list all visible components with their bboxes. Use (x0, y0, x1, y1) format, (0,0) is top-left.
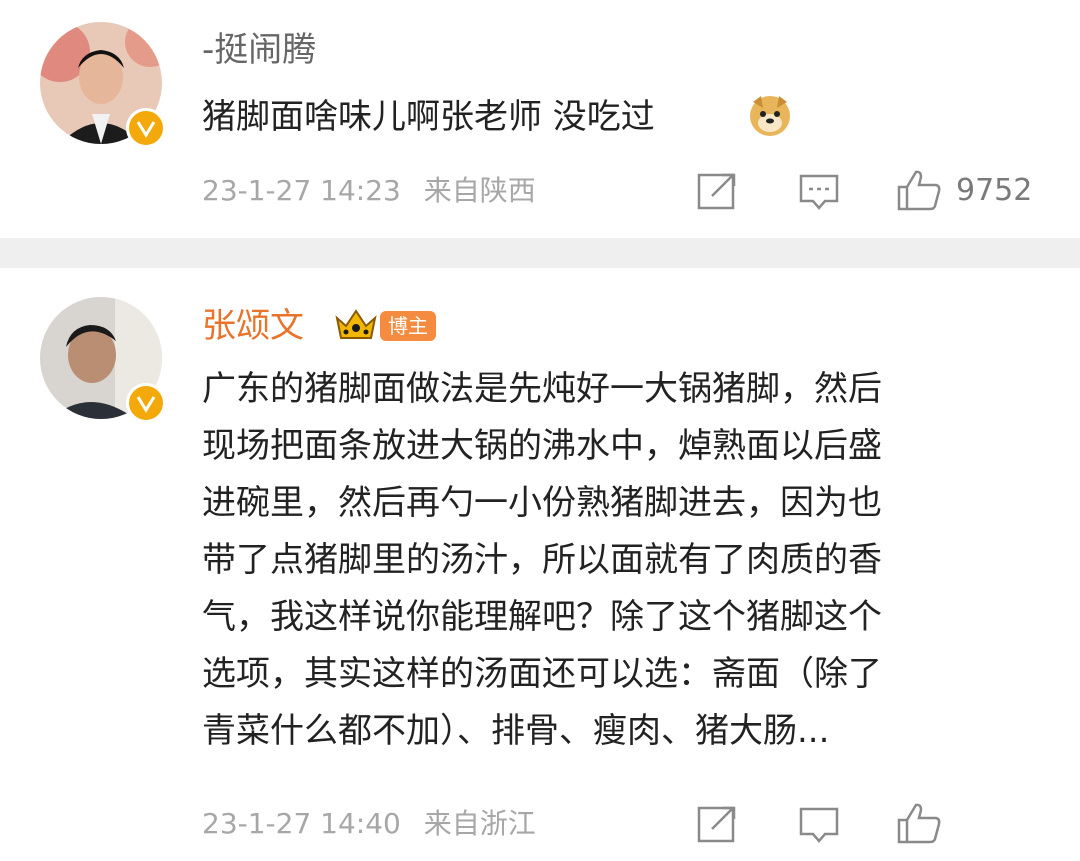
comment-text-line: 青菜什么都不加）、排骨、瘦肉、猪大肠... (202, 711, 830, 751)
comment-text-line: 广东的猪脚面做法是先炖好一大锅猪脚，然后 (202, 369, 882, 409)
comment-icon[interactable] (798, 803, 840, 849)
comment-text-line: 现场把面条放进大锅的沸水中，焯熟面以后盛 (202, 426, 882, 466)
comment-text-line: 进碗里，然后再勺一小份熟猪脚进去，因为也 (202, 483, 882, 523)
share-icon[interactable] (696, 170, 738, 216)
verified-badge-icon (126, 108, 166, 148)
crown-icon (333, 306, 379, 346)
blogger-badge: 博主 (380, 311, 436, 341)
section-divider (0, 238, 1080, 268)
doge-emoji-icon (747, 92, 793, 142)
location: 来自浙江 (423, 807, 536, 840)
comment-text: 猪脚面啥味儿啊张老师 没吃过 (202, 97, 655, 137)
comment-text-line: 选项，其实这样的汤面还可以选：斋面（除了 (202, 654, 882, 694)
comment-text-line: 带了点猪脚里的汤汁，所以面就有了肉质的香 (202, 540, 882, 580)
like-count: 9752 (956, 173, 1033, 208)
comment-icon[interactable] (798, 170, 840, 216)
location: 来自陕西 (423, 174, 536, 207)
comment-item: -挺闹腾 猪脚面啥味儿啊张老师 没吃过 23-1-27 14:23 来自陕西 9… (0, 0, 1080, 238)
timestamp: 23-1-27 14:40 (202, 807, 401, 840)
share-icon[interactable] (696, 803, 738, 849)
comment-timestamp: 23-1-27 14:40 来自浙江 (202, 807, 536, 841)
like-icon[interactable] (896, 168, 942, 216)
comment-text-line: 气，我这样说你能理解吧？除了这个猪脚这个 (202, 597, 882, 637)
comment-timestamp: 23-1-27 14:23 来自陕西 (202, 174, 536, 208)
like-icon[interactable] (896, 801, 942, 849)
username[interactable]: -挺闹腾 (202, 30, 316, 70)
author-username[interactable]: 张颂文 (202, 306, 304, 346)
timestamp: 23-1-27 14:23 (202, 174, 401, 207)
comment-item: 张颂文 博主 广东的猪脚面做法是先炖好一大锅猪脚，然后 现场把面条放进大锅的沸水… (0, 268, 1080, 861)
verified-badge-icon (126, 383, 166, 423)
